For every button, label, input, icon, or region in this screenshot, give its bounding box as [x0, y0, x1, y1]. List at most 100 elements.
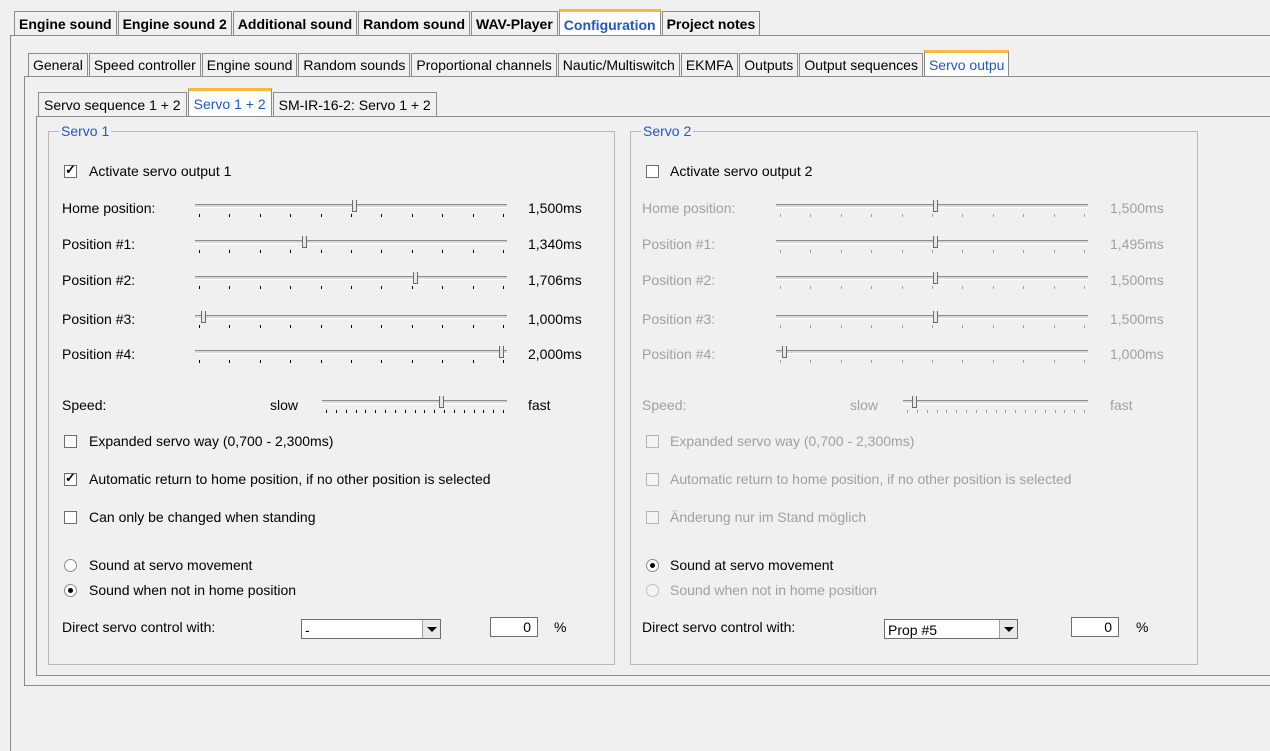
slider-tick — [932, 325, 933, 328]
slider-tick — [985, 410, 987, 413]
slider-tick — [472, 360, 474, 363]
servo2-position-label: Position #1: — [642, 236, 716, 252]
servo2-sound-not-home-radio[interactable] — [646, 584, 659, 597]
tab-general[interactable]: General — [28, 53, 88, 77]
servo1-expanded-checkbox[interactable] — [64, 435, 77, 448]
tab-engine-sound[interactable]: Engine sound — [14, 11, 117, 36]
chevron-down-icon[interactable] — [999, 620, 1017, 638]
slider-thumb[interactable] — [498, 346, 504, 358]
slider-thumb[interactable] — [412, 272, 418, 284]
slider-tick — [453, 410, 455, 413]
slider-tick — [326, 410, 327, 413]
slider-tick — [503, 410, 504, 413]
servo2-position-slider[interactable] — [776, 236, 1088, 255]
servo2-speed-slider[interactable] — [903, 396, 1088, 415]
slider-thumb[interactable] — [351, 200, 357, 212]
slider-tick — [932, 286, 933, 289]
tab-configuration[interactable]: Configuration — [558, 9, 661, 35]
slider-thumb[interactable] — [439, 396, 444, 408]
slider-thumb[interactable] — [782, 346, 788, 358]
slider-tick — [871, 250, 873, 253]
servo2-position-label: Position #3: — [642, 311, 716, 327]
slider-tick — [1023, 325, 1025, 328]
main-tab-bar: Engine sound Engine sound 2 Additional s… — [14, 9, 761, 36]
servo2-position-slider[interactable] — [776, 272, 1088, 291]
slider-thumb[interactable] — [932, 272, 938, 284]
slider-thumb[interactable] — [932, 311, 938, 323]
servo1-standing-label: Can only be changed when standing — [89, 509, 316, 525]
servo1-position-slider[interactable] — [195, 346, 507, 365]
tab-speed-controller[interactable]: Speed controller — [88, 53, 201, 77]
servo2-auto-return-label: Automatic return to home position, if no… — [670, 471, 1072, 487]
servo2-percent-input[interactable]: 0 — [1071, 617, 1119, 637]
slider-tick — [394, 410, 396, 413]
slider-thumb[interactable] — [302, 236, 308, 248]
slider-tick — [375, 410, 377, 413]
slider-tick — [259, 360, 261, 363]
servo1-auto-return-checkbox[interactable]: ✓ — [64, 470, 77, 486]
servo1-activate-checkbox[interactable]: ✓ — [64, 162, 77, 178]
tab-additional-sound[interactable]: Additional sound — [232, 11, 358, 36]
tab-engine-sound-config[interactable]: Engine sound — [201, 53, 298, 77]
servo1-slow-label: slow — [270, 397, 299, 413]
servo1-expanded-label: Expanded servo way (0,700 - 2,300ms) — [89, 433, 334, 449]
servo2-direct-select[interactable]: Prop #5 — [884, 619, 1018, 639]
tab-outputs[interactable]: Outputs — [739, 53, 799, 77]
servo2-auto-return-checkbox[interactable] — [646, 473, 659, 486]
slider-tick — [901, 286, 903, 289]
servo1-percent-input[interactable]: 0 — [490, 617, 538, 637]
servo2-expanded-checkbox[interactable] — [646, 435, 659, 448]
tab-random-sound[interactable]: Random sound — [358, 11, 471, 36]
slider-thumb[interactable] — [912, 396, 917, 408]
tab-output-sequences[interactable]: Output sequences — [799, 53, 923, 77]
slider-tick — [1015, 410, 1017, 413]
servo1-position-slider[interactable] — [195, 272, 507, 291]
slider-tick — [411, 325, 413, 328]
slider-track — [195, 240, 507, 244]
servo2-position-slider[interactable] — [776, 200, 1088, 219]
servo2-standing-checkbox[interactable] — [646, 511, 659, 524]
slider-tick — [1005, 410, 1007, 413]
tab-random-sounds[interactable]: Random sounds — [298, 53, 411, 77]
slider-tick — [442, 325, 444, 328]
tab-engine-sound-2[interactable]: Engine sound 2 — [117, 11, 232, 36]
servo2-position-slider[interactable] — [776, 311, 1088, 330]
slider-thumb[interactable] — [932, 200, 938, 212]
tab-proportional-channels[interactable]: Proportional channels — [411, 53, 557, 77]
tab-servo-sequence[interactable]: Servo sequence 1 + 2 — [38, 92, 187, 117]
slider-tick — [810, 325, 812, 328]
servo1-speed-slider[interactable] — [322, 396, 507, 415]
slider-tick — [385, 410, 386, 413]
servo2-activate-checkbox[interactable] — [646, 165, 659, 178]
servo1-direct-select[interactable]: - — [301, 619, 441, 639]
tab-ekmfa[interactable]: EKMFA — [680, 53, 739, 77]
tab-servo-1-2[interactable]: Servo 1 + 2 — [187, 88, 272, 116]
servo2-position-slider[interactable] — [776, 346, 1088, 365]
chevron-down-icon[interactable] — [422, 620, 440, 638]
servo2-position-label: Position #2: — [642, 272, 716, 288]
slider-tick — [199, 214, 200, 217]
tab-nautic-multiswitch[interactable]: Nautic/Multiswitch — [557, 53, 680, 77]
servo2-sound-movement-radio[interactable] — [646, 559, 659, 572]
slider-tick — [1074, 410, 1076, 413]
slider-tick — [840, 250, 842, 253]
slider-tick — [493, 410, 495, 413]
tab-sm-ir-servo[interactable]: SM-IR-16-2: Servo 1 + 2 — [272, 92, 437, 117]
slider-tick — [1084, 250, 1085, 253]
servo1-sound-movement-radio[interactable] — [64, 559, 77, 572]
slider-thumb[interactable] — [201, 311, 207, 323]
tab-wav-player[interactable]: WAV-Player — [471, 11, 558, 36]
servo1-sound-not-home-radio[interactable] — [64, 584, 77, 597]
slider-thumb[interactable] — [932, 236, 938, 248]
servo1-standing-checkbox[interactable] — [64, 511, 77, 524]
slider-tick — [199, 325, 200, 328]
slider-track — [195, 276, 507, 280]
tab-project-notes[interactable]: Project notes — [661, 11, 761, 36]
servo1-position-slider[interactable] — [195, 200, 507, 219]
tab-servo-outputs[interactable]: Servo outpu — [923, 50, 1010, 76]
servo1-position-slider[interactable] — [195, 311, 507, 330]
slider-tick — [381, 360, 383, 363]
servo1-position-slider[interactable] — [195, 236, 507, 255]
slider-tick — [472, 214, 474, 217]
slider-tick — [992, 360, 994, 363]
